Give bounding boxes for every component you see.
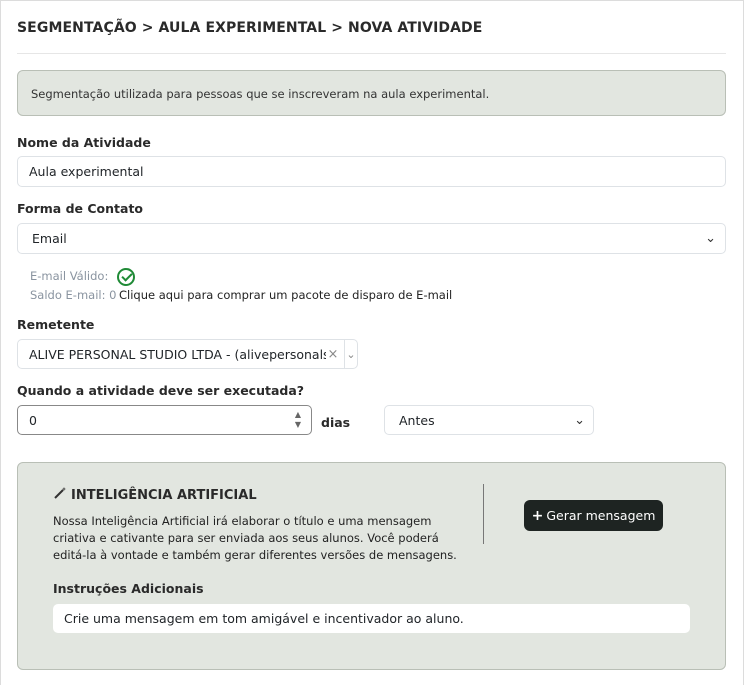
email-balance-label: Saldo E-mail: 0 [30, 288, 117, 302]
ai-instructions-label: Instruções Adicionais [53, 581, 204, 596]
schedule-when-select[interactable]: Antes ⌄ [384, 405, 594, 435]
schedule-days-input[interactable]: 0 ▲ ▼ [17, 405, 312, 435]
sender-value: ALIVE PERSONAL STUDIO LTDA - (aliveperso… [29, 346, 326, 362]
generate-message-label: Gerar mensagem [546, 508, 656, 523]
contact-form-label: Forma de Contato [17, 201, 144, 216]
check-circle-icon [117, 268, 135, 286]
ai-divider [483, 484, 484, 544]
contact-form-select[interactable]: Email ⌄ [17, 223, 726, 254]
clear-icon[interactable]: × [326, 347, 340, 362]
number-spinner[interactable]: ▲ ▼ [295, 410, 301, 430]
magic-wand-icon [53, 487, 67, 502]
contact-form-value: Email [32, 231, 67, 246]
chevron-down-icon[interactable]: ⌄ [345, 348, 357, 361]
ai-title-text: INTELIGÊNCIA ARTIFICIAL [71, 488, 257, 503]
chevron-down-icon: ⌄ [574, 412, 585, 428]
ai-instructions-input[interactable]: Crie uma mensagem em tom amigável e ince… [53, 604, 690, 633]
generate-message-button[interactable]: + Gerar mensagem [524, 500, 663, 531]
ai-description: Nossa Inteligência Artificial irá elabor… [53, 514, 457, 562]
schedule-when-value: Antes [399, 412, 435, 428]
activity-name-label: Nome da Atividade [17, 135, 151, 150]
activity-name-input[interactable]: Aula experimental [17, 156, 726, 187]
ai-title: INTELIGÊNCIA ARTIFICIAL [53, 487, 257, 503]
ai-panel: INTELIGÊNCIA ARTIFICIAL Nossa Inteligênc… [17, 462, 726, 670]
title-divider [17, 53, 726, 54]
days-unit-label: dias [321, 415, 351, 430]
spin-up-icon[interactable]: ▲ [295, 410, 301, 420]
buy-email-package-link[interactable]: Clique aqui para comprar um pacote de di… [119, 288, 452, 302]
sender-select[interactable]: ALIVE PERSONAL STUDIO LTDA - (aliveperso… [17, 339, 358, 369]
spin-down-icon[interactable]: ▼ [295, 420, 301, 430]
info-alert: Segmentação utilizada para pessoas que s… [17, 70, 726, 116]
page-title: SEGMENTAÇÃO > AULA EXPERIMENTAL > NOVA A… [17, 20, 483, 36]
schedule-label: Quando a atividade deve ser executada? [17, 383, 305, 398]
sender-label: Remetente [17, 317, 95, 332]
chevron-down-icon: ⌄ [705, 231, 716, 246]
schedule-days-value: 0 [29, 413, 37, 428]
plus-icon: + [531, 507, 544, 524]
email-valid-label: E-mail Válido: [30, 269, 109, 283]
